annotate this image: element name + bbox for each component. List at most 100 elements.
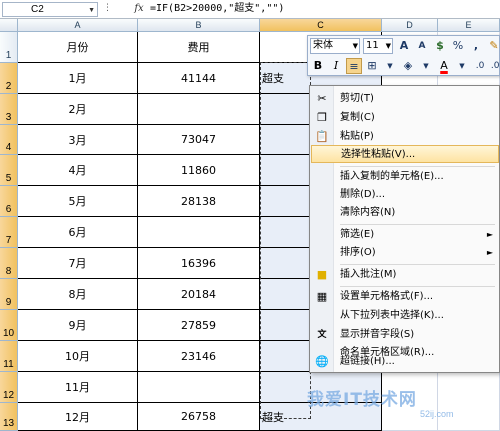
menu-item-label: 粘贴(P) xyxy=(340,131,374,142)
italic-icon[interactable]: I xyxy=(328,58,344,74)
cost-cell[interactable] xyxy=(138,372,260,403)
cost-cell[interactable]: 11860 xyxy=(138,155,260,186)
column-header-a[interactable]: A xyxy=(18,19,138,32)
menu-item-cut[interactable]: ✂ 剪切(T) xyxy=(311,90,499,108)
menu-item-label: 插入批注(M) xyxy=(340,269,397,280)
cell-b1[interactable]: 费用 xyxy=(138,32,260,63)
increase-decimal-icon[interactable]: .0 xyxy=(472,58,488,74)
month-cell[interactable]: 5月 xyxy=(18,186,138,217)
menu-item-pick-from-list[interactable]: 从下拉列表中选择(K)... xyxy=(311,307,499,325)
menu-item-delete[interactable]: 删除(D)... xyxy=(311,186,499,204)
decrease-decimal-icon[interactable]: .00 xyxy=(490,58,500,74)
comment-icon: ■ xyxy=(316,268,328,281)
menu-item-label: 选择性粘贴(V)... xyxy=(341,149,416,160)
menu-item-clear-contents[interactable]: 清除内容(N) xyxy=(311,204,499,222)
cost-cell[interactable]: 23146 xyxy=(138,341,260,372)
select-all-corner[interactable] xyxy=(0,19,18,32)
font-name-combo[interactable]: 宋体 ▼ xyxy=(310,38,360,54)
fill-color-icon[interactable]: ◈ xyxy=(400,58,416,74)
cost-cell[interactable]: 41144 xyxy=(138,63,260,94)
menu-item-hyperlink[interactable]: 🌐 超链接(H)... xyxy=(311,353,499,371)
cell-a1[interactable]: 月份 xyxy=(18,32,138,63)
menu-item-format-cells[interactable]: ▦ 设置单元格格式(F)... xyxy=(311,288,499,306)
menu-item-copy[interactable]: ❐ 复制(C) xyxy=(311,109,499,127)
font-color-icon[interactable]: A xyxy=(436,58,452,74)
chevron-down-icon[interactable]: ▼ xyxy=(88,4,95,17)
month-cell[interactable]: 7月 xyxy=(18,248,138,279)
align-center-icon[interactable]: ≡ xyxy=(346,58,362,74)
month-cell[interactable]: 3月 xyxy=(18,125,138,155)
row-header-6[interactable]: 6 xyxy=(0,186,18,217)
chevron-down-icon[interactable]: ▼ xyxy=(386,39,391,53)
month-cell[interactable]: 6月 xyxy=(18,217,138,248)
row-header-4[interactable]: 4 xyxy=(0,125,18,155)
menu-item-paste[interactable]: 📋 粘贴(P) xyxy=(311,128,499,146)
chevron-down-icon[interactable]: ▼ xyxy=(382,58,398,74)
menu-item-sort[interactable]: 排序(O) ► xyxy=(311,244,499,262)
row-header-3[interactable]: 3 xyxy=(0,94,18,125)
phonetic-icon: 文 xyxy=(317,330,327,340)
column-header-c[interactable]: C xyxy=(260,19,382,32)
row-header-7[interactable]: 7 xyxy=(0,217,18,248)
menu-item-insert-comment[interactable]: ■ 插入批注(M) xyxy=(311,266,499,284)
chevron-down-icon[interactable]: ▼ xyxy=(454,58,470,74)
row-header-11[interactable]: 11 xyxy=(0,341,18,372)
mini-toolbar: 宋体 ▼ 11 ▼ A A $ % , ✎ B I ≡ ⊞ ▼ ◈ ▼ A ▼ … xyxy=(307,35,500,76)
column-header-e[interactable]: E xyxy=(438,19,500,32)
menu-item-insert-copied-cells[interactable]: 插入复制的单元格(E)... xyxy=(311,168,499,186)
menu-item-label: 复制(C) xyxy=(340,112,375,123)
row-header-2[interactable]: 2 xyxy=(0,63,18,94)
menu-item-label: 从下拉列表中选择(K)... xyxy=(340,310,444,321)
menu-item-label: 插入复制的单元格(E)... xyxy=(340,171,444,182)
row-header-10[interactable]: 10 xyxy=(0,310,18,341)
chevron-down-icon[interactable]: ▼ xyxy=(418,58,434,74)
cost-cell[interactable]: 27859 xyxy=(138,310,260,341)
insert-function-icon[interactable]: fx xyxy=(132,2,146,16)
scissors-icon: ✂ xyxy=(317,92,327,105)
month-cell[interactable]: 8月 xyxy=(18,279,138,310)
shrink-font-icon[interactable]: A xyxy=(414,38,430,54)
format-painter-icon[interactable]: ✎ xyxy=(486,38,500,54)
currency-format-icon[interactable]: $ xyxy=(432,38,448,54)
month-cell[interactable]: 10月 xyxy=(18,341,138,372)
menu-item-label: 剪切(T) xyxy=(340,93,374,104)
cost-cell[interactable] xyxy=(138,94,260,125)
row-header-12[interactable]: 12 xyxy=(0,372,18,403)
column-header-d[interactable]: D xyxy=(382,19,438,32)
cost-cell[interactable]: 16396 xyxy=(138,248,260,279)
cost-cell[interactable] xyxy=(138,217,260,248)
percent-format-icon[interactable]: % xyxy=(450,38,466,54)
month-cell[interactable]: 4月 xyxy=(18,155,138,186)
font-size-combo[interactable]: 11 ▼ xyxy=(363,38,393,54)
row-header-8[interactable]: 8 xyxy=(0,248,18,279)
chevron-down-icon[interactable]: ▼ xyxy=(353,39,358,53)
cost-cell[interactable]: 26758 xyxy=(138,403,260,431)
font-name-value: 宋体 xyxy=(313,40,333,51)
grow-font-icon[interactable]: A xyxy=(396,38,412,54)
row-header-1[interactable]: 1 xyxy=(0,32,18,63)
month-cell[interactable]: 12月 xyxy=(18,403,138,431)
row-header-9[interactable]: 9 xyxy=(0,279,18,310)
comma-format-icon[interactable]: , xyxy=(468,38,484,54)
month-cell[interactable]: 2月 xyxy=(18,94,138,125)
submenu-arrow-icon: ► xyxy=(486,230,493,239)
menu-item-paste-special[interactable]: 选择性粘贴(V)... xyxy=(311,145,499,163)
cost-cell[interactable]: 28138 xyxy=(138,186,260,217)
row-header-5[interactable]: 5 xyxy=(0,155,18,186)
menu-item-filter[interactable]: 筛选(E) ► xyxy=(311,226,499,244)
name-box[interactable]: C2 ▼ xyxy=(2,2,98,17)
month-cell[interactable]: 9月 xyxy=(18,310,138,341)
month-cell[interactable]: 1月 xyxy=(18,63,138,94)
column-header-b[interactable]: B xyxy=(138,19,260,32)
row-header-13[interactable]: 13 xyxy=(0,403,18,431)
formula-bar-splitter-icon[interactable]: ⋮ xyxy=(103,3,112,13)
cost-cell[interactable]: 20184 xyxy=(138,279,260,310)
month-cell[interactable]: 11月 xyxy=(18,372,138,403)
menu-separator xyxy=(340,166,495,167)
formula-input[interactable]: =IF(B2>20000,"超支","") xyxy=(150,2,284,16)
borders-icon[interactable]: ⊞ xyxy=(364,58,380,74)
menu-item-show-phonetic[interactable]: 文 显示拼音字段(S) xyxy=(311,326,499,344)
bold-icon[interactable]: B xyxy=(310,58,326,74)
menu-separator xyxy=(340,224,495,225)
cost-cell[interactable]: 73047 xyxy=(138,125,260,155)
